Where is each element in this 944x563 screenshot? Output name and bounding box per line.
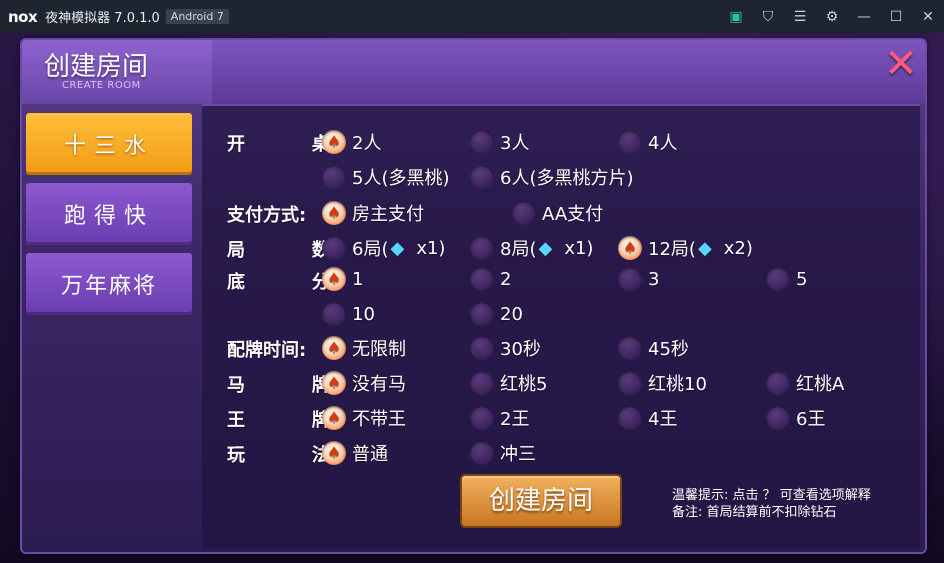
radio-icon <box>618 371 642 395</box>
table-option-5[interactable]: 5人(多黑桃) <box>322 164 450 190</box>
table-option-3[interactable]: 3人 <box>470 129 529 155</box>
hint-line-2: 备注: 首局结算前不扣除钻石 <box>672 505 837 520</box>
rounds-option-6[interactable]: 6局(◆ x1) <box>322 235 445 261</box>
play-option-normal[interactable]: 普通 <box>322 440 388 466</box>
tab-paodekuai-label: 跑得快 <box>63 204 154 229</box>
radio-icon <box>512 201 536 225</box>
radio-selected-icon <box>322 267 346 291</box>
radio-icon <box>470 441 494 465</box>
shirt-icon[interactable]: ⛉ <box>752 0 784 33</box>
play-mode-label: 玩法: <box>227 445 337 466</box>
base-option-10[interactable]: 10 <box>322 302 375 326</box>
emulator-title: 夜神模拟器 7.0.1.0 <box>45 11 160 26</box>
payment-label: 支付方式: <box>227 205 307 226</box>
radio-icon <box>766 267 790 291</box>
minimize-icon[interactable]: — <box>848 0 880 33</box>
radio-icon <box>322 236 346 260</box>
joker-option-4[interactable]: 4王 <box>618 405 677 431</box>
radio-selected-icon <box>322 371 346 395</box>
close-dialog-button[interactable]: ✕ <box>883 44 919 84</box>
dialog-header: 创建房间 CREATE ROOM ✕ <box>22 40 925 104</box>
tab-paodekuai[interactable]: 跑得快 <box>26 183 192 245</box>
radio-icon <box>470 406 494 430</box>
horse-option-none[interactable]: 没有马 <box>322 370 406 396</box>
radio-icon <box>766 406 790 430</box>
radio-selected-icon <box>618 236 642 260</box>
close-icon[interactable]: ✕ <box>912 0 944 33</box>
dialog-subtitle: CREATE ROOM <box>62 80 141 91</box>
radio-icon <box>618 130 642 154</box>
horse-card-label: 马牌: <box>227 375 337 396</box>
horse-option-h10[interactable]: 红桃10 <box>618 370 707 396</box>
wallet-icon[interactable]: ▣ <box>720 0 752 33</box>
base-option-1[interactable]: 1 <box>322 267 363 291</box>
radio-icon <box>470 130 494 154</box>
radio-selected-icon <box>322 406 346 430</box>
table-option-4[interactable]: 4人 <box>618 129 677 155</box>
radio-icon <box>470 371 494 395</box>
radio-icon <box>618 267 642 291</box>
horse-option-ha[interactable]: 红桃A <box>766 370 844 396</box>
table-size-label: 开桌: <box>227 134 337 155</box>
time-option-unlimited[interactable]: 无限制 <box>322 335 406 361</box>
create-room-dialog: 创建房间 CREATE ROOM ✕ 十三水 跑得快 万年麻将 开桌: 2人 3… <box>22 40 925 552</box>
payment-option-owner[interactable]: 房主支付 <box>322 200 424 226</box>
radio-selected-icon <box>322 441 346 465</box>
radio-icon <box>470 236 494 260</box>
radio-selected-icon <box>322 130 346 154</box>
radio-icon <box>470 302 494 326</box>
create-room-button[interactable]: 创建房间 <box>462 476 620 526</box>
radio-icon <box>470 165 494 189</box>
radio-icon <box>618 336 642 360</box>
table-option-2[interactable]: 2人 <box>322 129 381 155</box>
joker-option-6[interactable]: 6王 <box>766 405 825 431</box>
rounds-option-8[interactable]: 8局(◆ x1) <box>470 235 593 261</box>
menu-icon[interactable]: ☰ <box>784 0 816 33</box>
payment-option-aa[interactable]: AA支付 <box>512 200 603 226</box>
rounds-label: 局数: <box>227 240 337 261</box>
base-option-3[interactable]: 3 <box>618 267 659 291</box>
radio-selected-icon <box>322 336 346 360</box>
play-option-chongsan[interactable]: 冲三 <box>470 440 536 466</box>
rounds-option-12[interactable]: 12局(◆x2) <box>618 235 753 261</box>
joker-option-2[interactable]: 2王 <box>470 405 529 431</box>
base-option-20[interactable]: 20 <box>470 302 523 326</box>
tab-shisanshui[interactable]: 十三水 <box>26 113 192 175</box>
dialog-title: 创建房间 <box>44 52 149 82</box>
time-option-30s[interactable]: 30秒 <box>470 335 541 361</box>
joker-option-none[interactable]: 不带王 <box>322 405 406 431</box>
time-option-45s[interactable]: 45秒 <box>618 335 689 361</box>
horse-option-h5[interactable]: 红桃5 <box>470 370 547 396</box>
tab-wannian-majiang[interactable]: 万年麻将 <box>26 253 192 315</box>
radio-icon <box>470 267 494 291</box>
base-score-label: 底分: <box>227 272 337 293</box>
tab-shisanshui-label: 十三水 <box>63 134 154 159</box>
table-option-6[interactable]: 6人(多黑桃方片) <box>470 164 634 190</box>
maximize-icon[interactable]: ☐ <box>880 0 912 33</box>
radio-icon <box>766 371 790 395</box>
radio-icon <box>322 165 346 189</box>
nox-logo: nox <box>8 7 38 26</box>
diamond-icon: ◆ <box>538 237 553 259</box>
radio-selected-icon <box>322 201 346 225</box>
settings-icon[interactable]: ⚙ <box>816 0 848 33</box>
base-option-2[interactable]: 2 <box>470 267 511 291</box>
diamond-icon: ◆ <box>390 237 405 259</box>
joker-label: 王牌: <box>227 410 337 431</box>
diamond-icon: ◆ <box>697 237 712 259</box>
deal-time-label: 配牌时间: <box>227 340 307 361</box>
android-version-badge: Android 7 <box>165 9 229 24</box>
radio-icon <box>618 406 642 430</box>
radio-icon <box>470 336 494 360</box>
emulator-title-bar: nox 夜神模拟器 7.0.1.0 Android 7 ▣ ⛉ ☰ ⚙ — ☐ … <box>0 0 944 33</box>
base-option-5[interactable]: 5 <box>766 267 807 291</box>
tab-wannian-majiang-label: 万年麻将 <box>60 274 157 299</box>
radio-icon <box>322 302 346 326</box>
